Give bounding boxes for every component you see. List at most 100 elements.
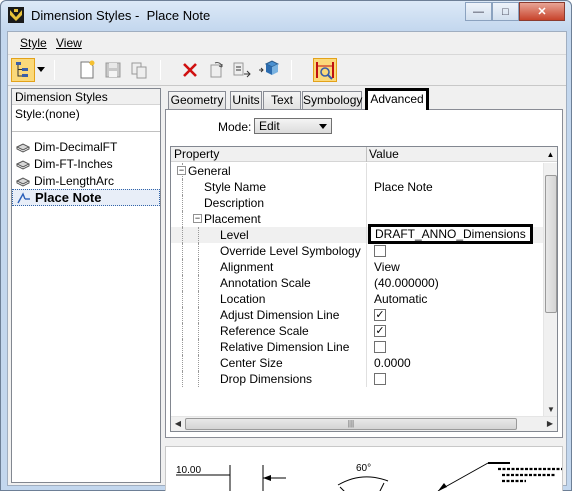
property-row[interactable]: Adjust Dimension Line ✓ xyxy=(171,307,543,323)
property-label: Reference Scale xyxy=(220,324,309,338)
new-style-button[interactable] xyxy=(75,58,99,82)
style-list-item[interactable]: Dim-LengthArc xyxy=(12,172,160,189)
property-row[interactable]: Relative Dimension Line xyxy=(171,339,543,355)
grid-header: Property Value ▲ xyxy=(171,147,557,162)
vertical-scroll-thumb[interactable] xyxy=(545,175,557,313)
style-list-item[interactable]: Dim-DecimalFT xyxy=(12,138,160,155)
advanced-tab-body: Mode: Edit Property Value ▲ − General Styl… xyxy=(165,109,563,438)
import-button[interactable] xyxy=(256,58,280,82)
property-row[interactable]: Override Level Symbology xyxy=(171,243,543,259)
property-row[interactable]: Location Automatic xyxy=(171,291,543,307)
dimension-preview: 10.00 60° xyxy=(165,446,563,491)
property-row[interactable]: − General xyxy=(171,163,543,179)
tree-guide-line xyxy=(198,259,199,275)
property-label: Placement xyxy=(204,212,261,226)
column-divider xyxy=(366,195,367,211)
property-checkbox[interactable]: ✓ xyxy=(374,325,386,337)
copy-button[interactable] xyxy=(127,58,151,82)
style-list: Dim-DecimalFT Dim-FT-Inches Dim-LengthArc P… xyxy=(12,138,160,206)
tab-strip: Geometry Units Text Symbology Advanced xyxy=(165,88,563,110)
scroll-right-arrow-icon[interactable]: ▶ xyxy=(543,418,557,430)
tab-symbology[interactable]: Symbology xyxy=(302,91,362,110)
property-value[interactable]: Automatic xyxy=(374,291,427,307)
property-checkbox[interactable] xyxy=(374,341,386,353)
property-checkbox[interactable] xyxy=(374,373,386,385)
column-divider xyxy=(366,259,367,275)
collapse-icon[interactable]: − xyxy=(193,214,202,223)
tree-guide-line xyxy=(182,211,183,227)
app-icon xyxy=(8,7,24,23)
delete-button[interactable] xyxy=(178,58,202,82)
property-row[interactable]: Annotation Scale (40.000000) xyxy=(171,275,543,291)
scroll-up-arrow-icon[interactable]: ▲ xyxy=(544,147,557,162)
tree-guide-line xyxy=(198,243,199,259)
divider xyxy=(12,131,160,132)
property-label: General xyxy=(188,164,231,178)
property-value[interactable]: (40.000000) xyxy=(374,275,439,291)
property-label: Style Name xyxy=(204,180,267,194)
tab-advanced[interactable]: Advanced xyxy=(365,88,429,110)
property-row[interactable]: Style Name Place Note xyxy=(171,179,543,195)
dimension-styles-window: Dimension Styles - Place Note — □ ✕ Styl… xyxy=(0,0,572,491)
mode-dropdown[interactable]: Edit xyxy=(254,118,332,134)
property-value[interactable]: Place Note xyxy=(374,179,433,195)
tab-units[interactable]: Units xyxy=(230,91,262,110)
property-row[interactable]: Description xyxy=(171,195,543,211)
minimize-button[interactable]: — xyxy=(465,2,492,21)
horizontal-scroll-thumb[interactable]: ||| xyxy=(185,418,517,430)
property-label: Description xyxy=(204,196,265,210)
property-row[interactable]: Drop Dimensions xyxy=(171,371,543,387)
reset-icon xyxy=(210,62,223,78)
tree-guide-line xyxy=(182,179,183,195)
title-bar[interactable]: Dimension Styles - Place Note — □ ✕ xyxy=(1,1,571,31)
property-checkbox[interactable] xyxy=(374,245,386,257)
horizontal-scrollbar[interactable]: ◀ ||| ▶ xyxy=(171,416,557,431)
maximize-button[interactable]: □ xyxy=(492,2,519,21)
column-divider xyxy=(366,243,367,259)
column-divider xyxy=(366,275,367,291)
collapse-icon[interactable]: − xyxy=(177,166,186,175)
window-title: Dimension Styles - Place Note xyxy=(31,8,211,23)
column-header-property[interactable]: Property xyxy=(174,147,219,162)
scroll-left-arrow-icon[interactable]: ◀ xyxy=(171,418,185,430)
vertical-scrollbar[interactable]: ▼ xyxy=(543,163,557,416)
tree-view-dropdown[interactable] xyxy=(35,58,47,82)
property-label: Level xyxy=(220,228,249,242)
tree-guide-line xyxy=(182,323,183,339)
property-row[interactable]: Reference Scale ✓ xyxy=(171,323,543,339)
menu-style[interactable]: Style xyxy=(20,36,47,50)
compare-button[interactable] xyxy=(230,58,254,82)
property-row[interactable]: Alignment View xyxy=(171,259,543,275)
tab-text[interactable]: Text xyxy=(263,91,301,110)
style-list-item[interactable]: Dim-FT-Inches xyxy=(12,155,160,172)
menu-view[interactable]: View xyxy=(56,36,82,50)
property-row[interactable]: Level DRAFT_ANNO_Dimensions xyxy=(171,224,543,244)
preview-match-button[interactable] xyxy=(313,58,337,82)
tree-guide-line xyxy=(198,307,199,323)
save-button[interactable] xyxy=(101,58,125,82)
column-divider xyxy=(366,291,367,307)
level-value-field[interactable]: DRAFT_ANNO_Dimensions xyxy=(368,224,533,244)
property-row[interactable]: Center Size 0.0000 xyxy=(171,355,543,371)
property-label: Annotation Scale xyxy=(220,276,311,290)
reset-button[interactable] xyxy=(204,58,228,82)
toolbar-separator xyxy=(54,60,55,80)
new-style-icon xyxy=(80,60,95,79)
property-label: Alignment xyxy=(220,260,274,274)
scroll-down-arrow-icon[interactable]: ▼ xyxy=(544,404,557,416)
column-divider xyxy=(366,307,367,323)
property-value[interactable]: View xyxy=(374,259,400,275)
tree-view-button[interactable] xyxy=(11,58,35,82)
style-list-item[interactable]: Place Note xyxy=(12,189,160,206)
property-checkbox[interactable]: ✓ xyxy=(374,309,386,321)
tree-guide-line xyxy=(182,339,183,355)
close-button[interactable]: ✕ xyxy=(519,2,565,21)
tree-guide-line xyxy=(198,339,199,355)
property-label: Center Size xyxy=(220,356,283,370)
column-divider[interactable] xyxy=(366,147,367,162)
preview-drawing: 10.00 60° xyxy=(176,462,562,491)
property-value[interactable]: 0.0000 xyxy=(374,355,411,371)
tab-geometry[interactable]: Geometry xyxy=(168,91,226,110)
tree-guide-line xyxy=(182,371,183,387)
column-header-value[interactable]: Value xyxy=(369,147,399,162)
